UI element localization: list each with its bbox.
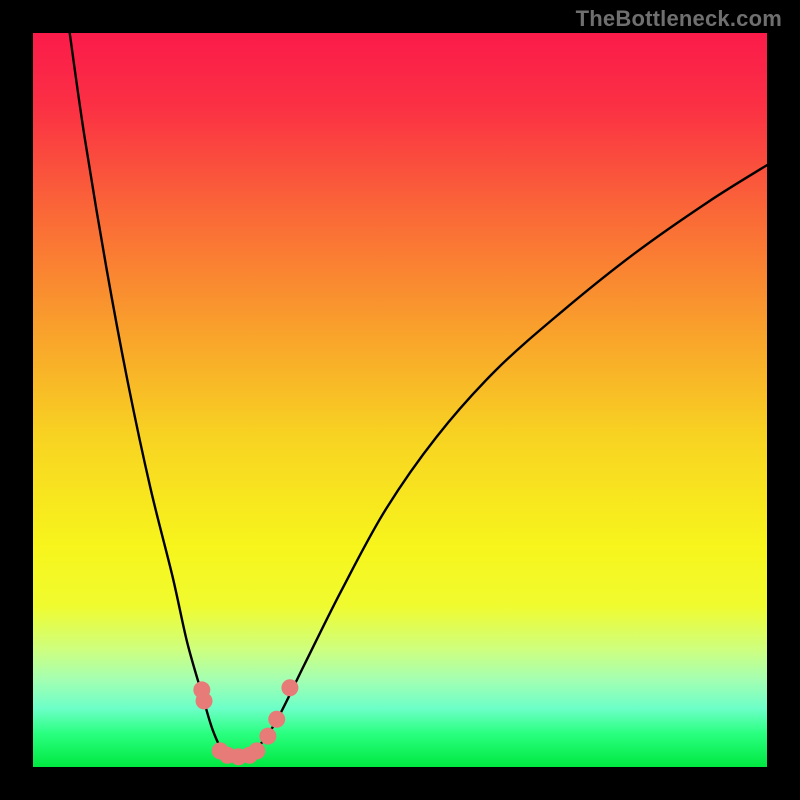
curve-marker	[281, 679, 298, 696]
watermark-text: TheBottleneck.com	[576, 6, 782, 32]
bottleneck-curve	[70, 33, 767, 760]
plot-area	[33, 33, 767, 767]
curve-marker	[268, 711, 285, 728]
curve-marker	[259, 728, 276, 745]
curve-marker	[248, 742, 265, 759]
curve-marker	[196, 692, 213, 709]
curve-layer	[33, 33, 767, 767]
chart-frame: TheBottleneck.com	[0, 0, 800, 800]
